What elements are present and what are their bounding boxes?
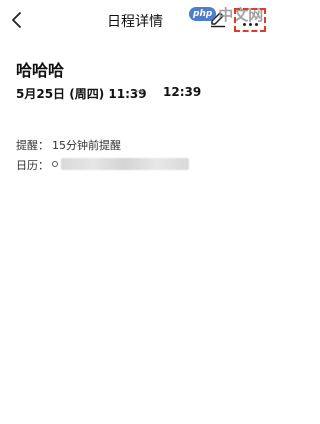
reminder-value: 15分钟前提醒 [52,139,121,152]
calendar-color-dot-icon [52,161,58,167]
top-bar: 日程详情 php 中文网 [0,0,270,42]
edit-pencil-icon [211,12,225,28]
more-dots-icon [242,22,258,26]
event-time-row: 5月25日 (周四) 11:39 → 12:39 [16,84,256,101]
reminder-row: 提醒： 15分钟前提醒 [16,137,121,153]
calendar-label: 日历： [16,159,49,172]
reminder-label: 提醒： [16,139,49,152]
calendar-account-redacted [61,158,189,170]
event-start-time: 5月25日 (周四) 11:39 [16,87,147,101]
more-options-button[interactable] [233,6,267,36]
time-arrow-icon: → [134,84,145,98]
event-end-time: 12:39 [163,85,202,99]
edit-button[interactable] [209,10,229,30]
calendar-row: 日历： [16,157,189,173]
calendar-value [52,158,189,170]
event-title: 哈哈哈 [16,61,65,80]
page-title: 日程详情 [107,14,163,30]
